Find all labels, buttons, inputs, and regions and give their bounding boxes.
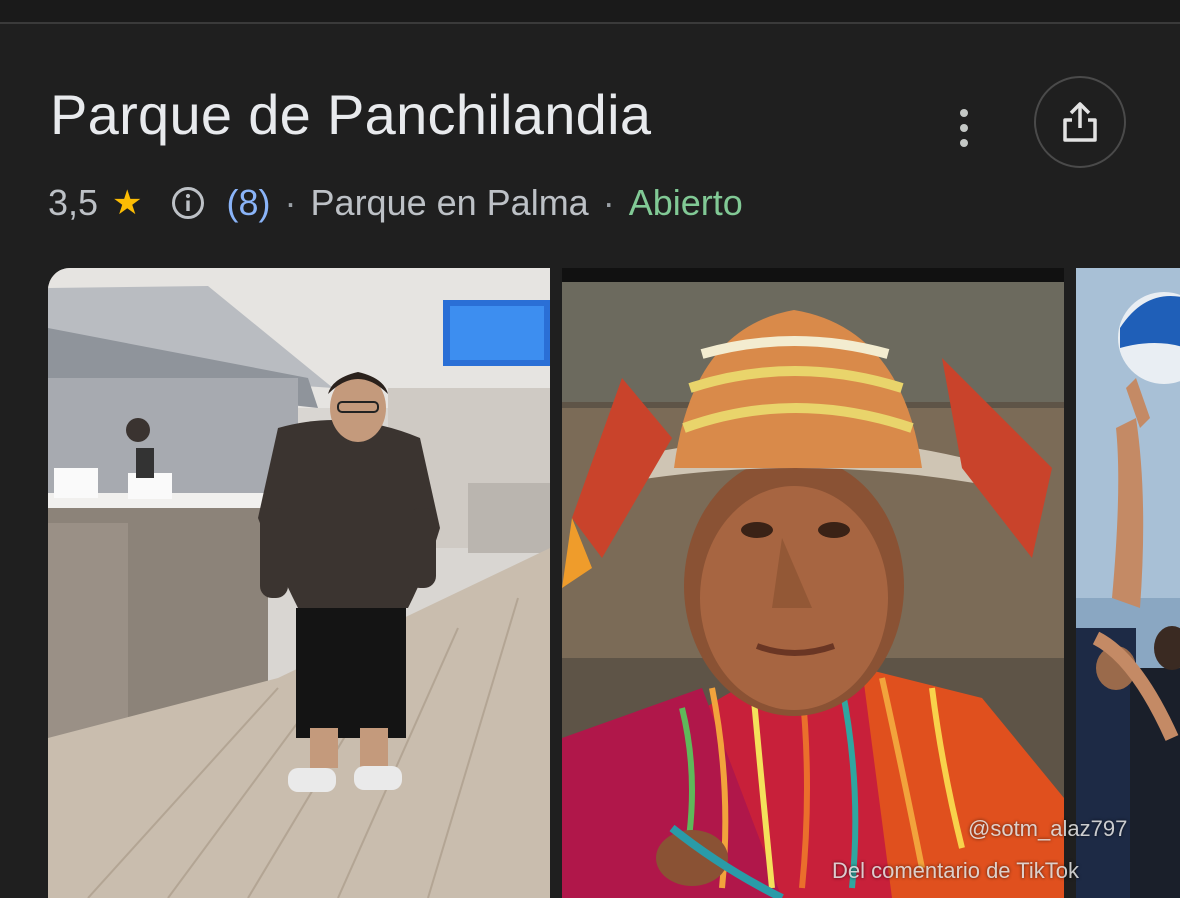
volleyball-photo (1076, 268, 1180, 898)
restaurant-photo (48, 268, 550, 898)
review-count-link[interactable]: (8) (227, 182, 271, 224)
place-category: Parque en Palma (310, 182, 589, 223)
more-vert-icon-dot (960, 124, 968, 132)
watermark-handle: @sotm_alaz797 (968, 816, 1128, 841)
rating-value: 3,5 (48, 182, 99, 223)
share-button[interactable] (1034, 76, 1126, 168)
photo-thumbnail[interactable] (562, 268, 1064, 898)
place-meta-row: 3,5 ★ (8) · Parque en Palma · Abierto (48, 178, 743, 228)
top-divider (0, 0, 1180, 24)
separator: · (284, 182, 297, 223)
separator: · (602, 182, 615, 223)
watermark-caption: Del comentario de TikTok (832, 858, 1079, 883)
photo-thumbnail[interactable] (48, 268, 550, 898)
photo-thumbnail[interactable] (1076, 268, 1180, 898)
open-status: Abierto (628, 182, 743, 223)
andean-man-photo (562, 268, 1064, 898)
info-icon[interactable] (171, 186, 205, 220)
more-vert-icon-dot (960, 109, 968, 117)
place-title: Parque de Panchilandia (50, 83, 652, 146)
star-icon: ★ (112, 184, 143, 222)
more-options-button[interactable] (944, 100, 984, 156)
more-vert-icon-dot (960, 139, 968, 147)
share-icon (1063, 102, 1097, 142)
